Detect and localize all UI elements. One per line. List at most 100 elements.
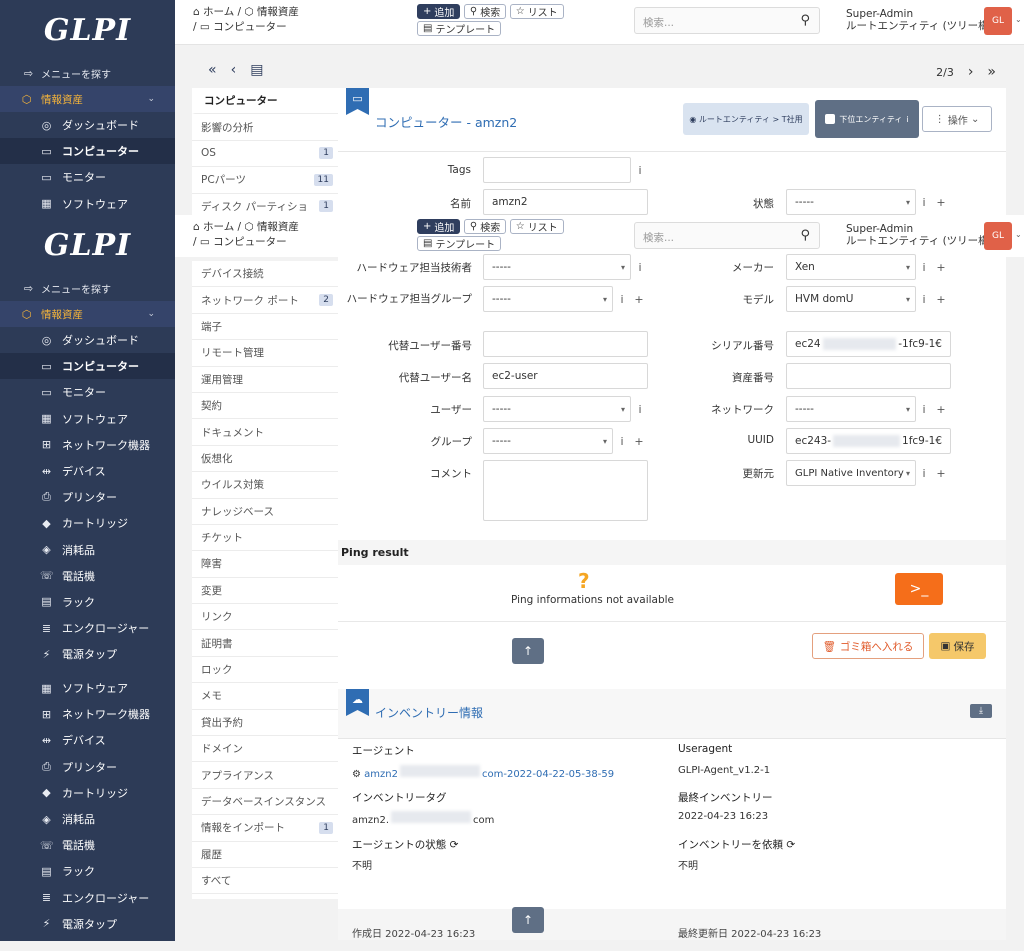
agent-link[interactable]: ⚙ amzn2 com-2022-04-22-05-38-59 bbox=[352, 765, 614, 780]
breadcrumb-assets[interactable]: 情報資産 bbox=[257, 6, 299, 18]
breadcrumb-computers[interactable]: コンピューター bbox=[213, 21, 287, 33]
refresh-icon[interactable]: ⟳ bbox=[786, 839, 795, 851]
template-button[interactable]: ▤ テンプレート bbox=[417, 21, 502, 36]
sidebar-item[interactable]: ▭ モニター bbox=[0, 164, 175, 190]
info-icon[interactable]: i bbox=[915, 460, 933, 486]
sidebar-item[interactable]: ⇹ デバイス bbox=[0, 727, 175, 753]
save-button[interactable]: ▣ 保存 bbox=[929, 633, 986, 659]
name-input[interactable]: amzn2 bbox=[483, 189, 648, 215]
tab-item[interactable]: OS 1 bbox=[192, 141, 338, 168]
info-icon[interactable]: i bbox=[915, 254, 933, 280]
tab-item[interactable]: 履歴 bbox=[192, 842, 338, 868]
user-menu[interactable]: Super-Admin ルートエンティティ (ツリー構造) bbox=[846, 223, 1003, 247]
sidebar-section-assets[interactable]: ⬡ 情報資産 ⌄ bbox=[0, 86, 175, 112]
maker-select[interactable]: Xen bbox=[786, 254, 916, 280]
menu-search[interactable]: ⇨ メニューを探す bbox=[0, 60, 175, 86]
sidebar-item[interactable]: ▭ コンピューター bbox=[0, 353, 175, 380]
breadcrumb-home[interactable]: ホーム bbox=[203, 6, 234, 18]
add-icon[interactable]: + bbox=[630, 286, 648, 312]
serial-input[interactable]: ec24 -1fc9-1€ bbox=[786, 331, 951, 357]
info-icon[interactable]: i bbox=[613, 286, 631, 312]
template-button[interactable]: ▤ テンプレート bbox=[417, 236, 502, 251]
info-icon[interactable]: i bbox=[631, 254, 649, 280]
sidebar-item[interactable]: ⎙ プリンター bbox=[0, 484, 175, 510]
avatar[interactable]: GL bbox=[984, 7, 1012, 35]
add-icon[interactable]: + bbox=[932, 254, 950, 280]
group-select[interactable]: ----- bbox=[483, 428, 613, 454]
tab-item[interactable]: ロック bbox=[192, 657, 338, 684]
tab-item[interactable]: 契約 bbox=[192, 393, 338, 420]
sidebar-item[interactable]: ≣ エンクロージャー bbox=[0, 885, 175, 911]
sidebar-item[interactable]: ▦ ソフトウェア bbox=[0, 191, 175, 215]
search-button[interactable]: ⚲ 検索 bbox=[463, 4, 507, 19]
group-tech-select[interactable]: ----- bbox=[483, 286, 613, 312]
tab-item[interactable]: リンク bbox=[192, 604, 338, 631]
user-menu[interactable]: Super-Admin ルートエンティティ (ツリー構造) bbox=[846, 8, 1003, 32]
global-search-input[interactable]: 検索... ⚲ bbox=[634, 7, 820, 34]
info-icon[interactable]: i bbox=[915, 396, 933, 422]
search-button[interactable]: ⚲ 検索 bbox=[463, 219, 507, 234]
info-icon[interactable]: i bbox=[631, 396, 649, 422]
sidebar-item[interactable]: ⊞ ネットワーク機器 bbox=[0, 701, 175, 727]
tab-item[interactable]: ウイルス対策 bbox=[192, 472, 338, 499]
tab-item[interactable]: チケット bbox=[192, 525, 338, 552]
tab-item[interactable]: ネットワーク ポート 2 bbox=[192, 287, 338, 314]
info-icon[interactable]: i bbox=[631, 157, 649, 183]
add-icon[interactable]: + bbox=[932, 189, 950, 215]
info-icon[interactable]: i bbox=[915, 189, 933, 215]
tab-item[interactable]: ナレッジベース bbox=[192, 499, 338, 525]
subentity-toggle[interactable]: 下位エンティティ i bbox=[815, 100, 919, 138]
download-icon[interactable]: ⤓ bbox=[970, 704, 992, 718]
sidebar-item[interactable]: ☏ 電話機 bbox=[0, 832, 175, 858]
sidebar-item[interactable]: ⚡ 電源タップ bbox=[0, 911, 175, 937]
actions-button[interactable]: ⋮ 操作 ⌄ bbox=[922, 106, 992, 132]
tab-item[interactable]: ドキュメント bbox=[192, 419, 338, 446]
tab-item[interactable]: コンピューター bbox=[192, 88, 338, 115]
tab-item[interactable]: ドメイン bbox=[192, 736, 338, 763]
tech-select[interactable]: ----- bbox=[483, 254, 631, 280]
last-item-icon[interactable]: » bbox=[987, 64, 996, 80]
add-button[interactable]: + 追加 bbox=[417, 4, 461, 19]
scroll-top-button[interactable]: ↑ bbox=[512, 907, 544, 933]
add-icon[interactable]: + bbox=[932, 286, 950, 312]
info-icon[interactable]: i bbox=[915, 286, 933, 312]
terminal-icon[interactable]: >_ bbox=[895, 573, 943, 605]
glpi-logo[interactable]: GLPI bbox=[0, 0, 175, 60]
glpi-logo[interactable]: GLPI bbox=[0, 215, 175, 275]
add-icon[interactable]: + bbox=[630, 428, 648, 454]
alt-name-input[interactable]: ec2-user bbox=[483, 363, 648, 389]
tab-item[interactable]: リモート管理 bbox=[192, 340, 338, 367]
breadcrumb-home[interactable]: ホーム bbox=[203, 221, 234, 233]
tab-item[interactable]: 情報をインポート 1 bbox=[192, 815, 338, 842]
asset-number-input[interactable] bbox=[786, 363, 951, 389]
tab-item[interactable]: 障害 bbox=[192, 551, 338, 578]
next-item-icon[interactable]: › bbox=[968, 64, 974, 80]
first-item-icon[interactable]: « bbox=[208, 62, 231, 78]
tab-item[interactable]: デバイス接続 bbox=[192, 261, 338, 288]
info-icon[interactable]: i bbox=[613, 428, 631, 454]
sidebar-item[interactable]: ◎ ダッシュボード bbox=[0, 112, 175, 138]
previous-item-icon[interactable]: ‹ bbox=[231, 62, 251, 78]
avatar[interactable]: GL bbox=[984, 222, 1012, 250]
scroll-top-button[interactable]: ↑ bbox=[512, 638, 544, 664]
status-select[interactable]: ----- bbox=[786, 189, 916, 215]
sidebar-item[interactable]: ▭ コンピューター bbox=[0, 138, 175, 165]
sidebar-item[interactable]: ≣ エンクロージャー bbox=[0, 615, 175, 641]
menu-search[interactable]: ⇨ メニューを探す bbox=[0, 275, 175, 301]
tab-item[interactable]: 証明書 bbox=[192, 630, 338, 657]
list-button[interactable]: ☆ リスト bbox=[509, 4, 564, 19]
trash-button[interactable]: 🗑 ゴミ箱へ入れる bbox=[812, 633, 924, 659]
sidebar-item[interactable]: ◆ カートリッジ bbox=[0, 780, 175, 806]
subentity-checkbox[interactable] bbox=[825, 114, 836, 124]
sidebar-item[interactable]: ▭ モニター bbox=[0, 379, 175, 405]
tab-item[interactable]: 運用管理 bbox=[192, 367, 338, 393]
add-icon[interactable]: + bbox=[932, 460, 950, 486]
sidebar-item[interactable]: ⇹ デバイス bbox=[0, 458, 175, 484]
tab-item[interactable]: 変更 bbox=[192, 578, 338, 605]
sidebar-item[interactable]: ◎ ダッシュボード bbox=[0, 327, 175, 353]
add-button[interactable]: + 追加 bbox=[417, 219, 461, 234]
user-select[interactable]: ----- bbox=[483, 396, 631, 422]
sidebar-item[interactable]: ☏ 電話機 bbox=[0, 563, 175, 589]
tab-item[interactable]: PCパーツ 11 bbox=[192, 167, 338, 194]
tab-item[interactable]: 端子 bbox=[192, 314, 338, 341]
